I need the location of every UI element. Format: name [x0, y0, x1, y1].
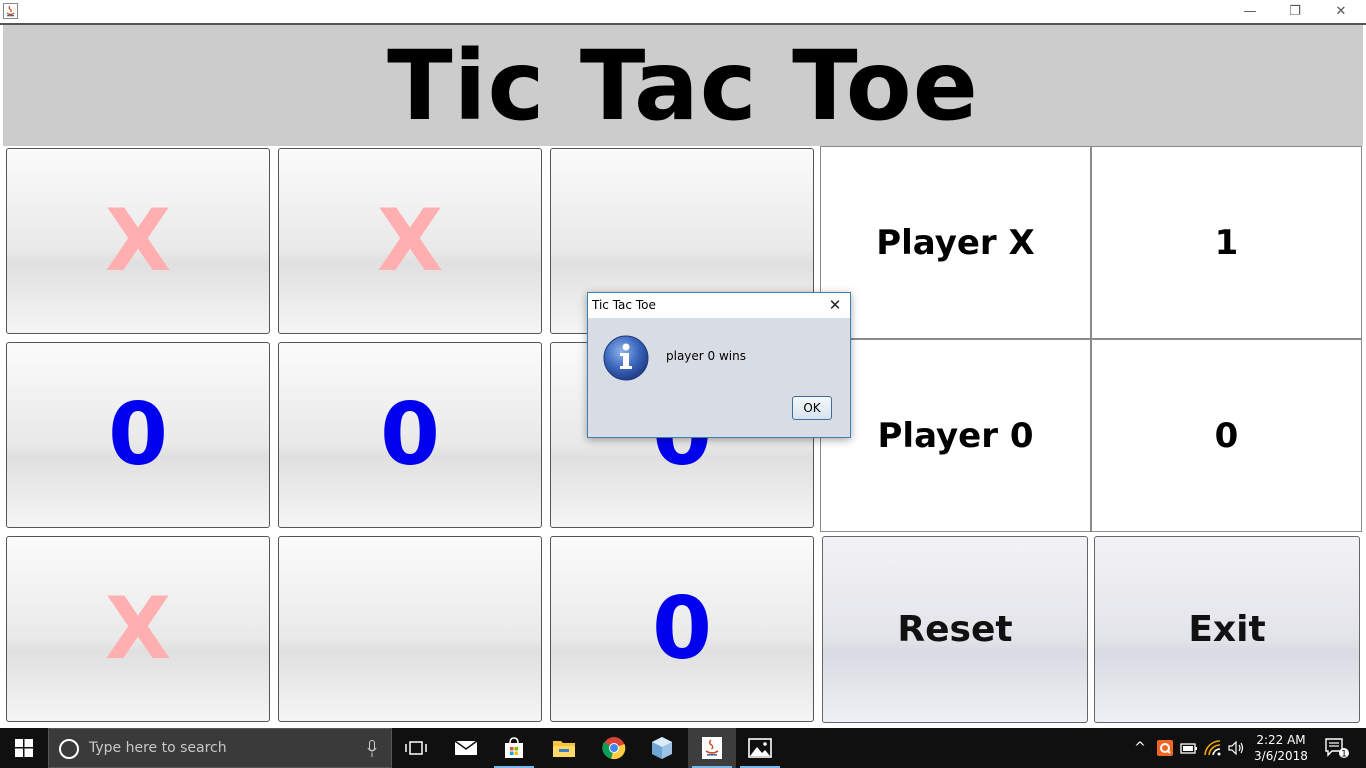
window-titlebar: — ❐ ✕: [0, 0, 1366, 23]
quickheal-icon: [1157, 740, 1173, 756]
photos-icon: [748, 738, 772, 758]
store-icon: [505, 737, 523, 758]
board-cell-3-3[interactable]: 0: [550, 536, 814, 722]
virtualbox-button[interactable]: [638, 728, 686, 768]
dialog-titlebar: Tic Tac Toe ✕: [588, 293, 850, 318]
mail-app-button[interactable]: [442, 728, 490, 768]
action-center-button[interactable]: 1: [1320, 728, 1354, 768]
speaker-icon: [1228, 741, 1244, 755]
reset-button[interactable]: Reset: [822, 536, 1088, 723]
mail-icon: [454, 740, 478, 755]
battery-icon: [1180, 743, 1197, 754]
file-explorer-button[interactable]: [540, 728, 588, 768]
battery-tray-icon[interactable]: [1178, 728, 1200, 768]
dialog-message: player 0 wins: [666, 349, 746, 363]
chrome-button[interactable]: [590, 728, 638, 768]
minimize-button[interactable]: —: [1227, 0, 1273, 23]
photos-app-button[interactable]: [736, 728, 784, 768]
player-o-label: Player 0: [820, 339, 1091, 532]
exit-button[interactable]: Exit: [1094, 536, 1360, 723]
chrome-icon: [602, 737, 626, 760]
taskbar: Type here to search ^ 2:22 AM 3/6/2018 1: [0, 728, 1366, 768]
store-app-button[interactable]: [490, 728, 538, 768]
close-window-button[interactable]: ✕: [1318, 0, 1364, 23]
task-view-button[interactable]: [392, 728, 440, 768]
ok-button[interactable]: OK: [792, 396, 832, 420]
cortana-icon: [59, 739, 79, 759]
volume-tray-icon[interactable]: [1226, 728, 1248, 768]
player-x-score: 1: [1091, 146, 1362, 339]
player-x-label: Player X: [820, 146, 1091, 339]
player-o-score: 0: [1091, 339, 1362, 532]
start-button[interactable]: [0, 728, 48, 768]
search-placeholder: Type here to search: [89, 740, 227, 756]
clock-time: 2:22 AM: [1256, 733, 1306, 747]
board-cell-2-1[interactable]: 0: [6, 342, 270, 528]
title-panel: Tic Tac Toe: [3, 25, 1363, 146]
dialog-close-button[interactable]: ✕: [826, 296, 844, 314]
java-app-icon: [3, 3, 18, 19]
task-view-icon: [405, 741, 427, 755]
taskbar-search[interactable]: Type here to search: [48, 728, 392, 768]
dialog-title: Tic Tac Toe: [592, 298, 656, 312]
game-title: Tic Tac Toe: [387, 29, 979, 142]
wifi-tray-icon[interactable]: [1202, 728, 1224, 768]
board-cell-1-2[interactable]: X: [278, 148, 542, 334]
quick-heal-tray-icon[interactable]: [1154, 728, 1176, 768]
notification-count: 1: [1341, 750, 1347, 760]
maximize-button[interactable]: ❐: [1272, 0, 1318, 23]
virtualbox-icon: [652, 737, 672, 759]
win-dialog: Tic Tac Toe ✕ player 0 wins OK: [587, 292, 851, 438]
clock-date: 3/6/2018: [1254, 749, 1308, 763]
show-hidden-icons-button[interactable]: ^: [1130, 728, 1150, 768]
board-cell-3-2[interactable]: [278, 536, 542, 722]
board-cell-3-1[interactable]: X: [6, 536, 270, 722]
java-icon: [702, 737, 722, 759]
microphone-icon[interactable]: [367, 740, 377, 758]
board-cell-2-2[interactable]: 0: [278, 342, 542, 528]
info-icon: [603, 335, 649, 381]
wifi-icon: [1204, 740, 1221, 756]
java-app-button[interactable]: [688, 728, 736, 768]
folder-icon: [553, 741, 575, 757]
system-clock[interactable]: 2:22 AM 3/6/2018: [1248, 732, 1314, 764]
notification-icon: 1: [1325, 738, 1349, 760]
board-cell-1-1[interactable]: X: [6, 148, 270, 334]
windows-logo-icon: [15, 739, 33, 757]
